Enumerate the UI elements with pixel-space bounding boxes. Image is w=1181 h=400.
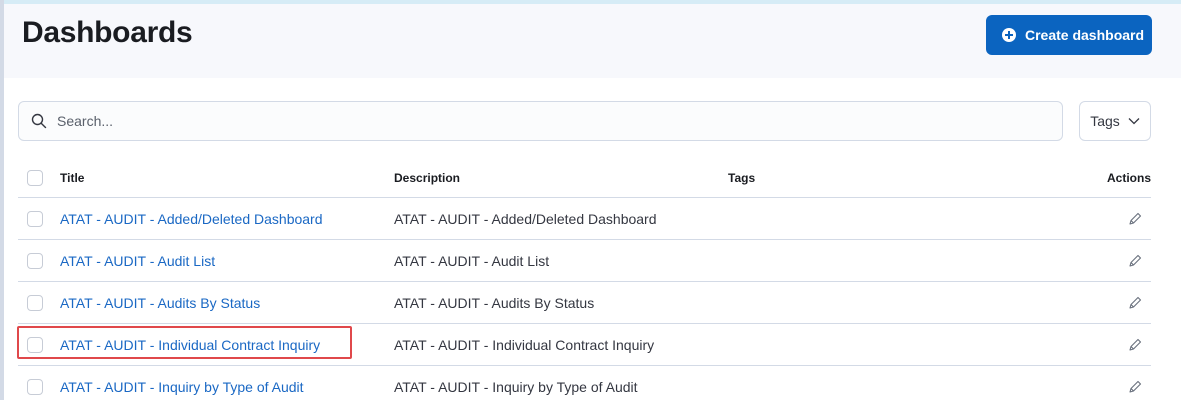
row-checkbox[interactable] [27,294,43,311]
table-row: ATAT - AUDIT - Added/Deleted Dashboard A… [18,198,1151,240]
row-checkbox[interactable] [27,378,43,395]
search-icon [31,113,47,129]
row-checkbox[interactable] [27,210,43,227]
plus-circle-icon [1002,28,1016,42]
table-header: Title Description Tags Actions [18,158,1151,198]
column-header-tags: Tags [728,170,756,185]
table-row: ATAT - AUDIT - Audit List ATAT - AUDIT -… [18,240,1151,282]
pencil-icon[interactable] [1127,253,1143,269]
search-input[interactable] [57,113,1037,129]
dashboard-title-link[interactable]: ATAT - AUDIT - Audits By Status [60,295,260,311]
create-dashboard-label: Create dashboard [1025,27,1145,43]
row-checkbox[interactable] [27,252,43,269]
dashboard-title-link[interactable]: ATAT - AUDIT - Audit List [60,253,215,269]
dashboards-table: Title Description Tags Actions ATAT - AU… [18,158,1151,400]
dashboard-description: ATAT - AUDIT - Inquiry by Type of Audit [394,378,638,395]
dashboard-title-link[interactable]: ATAT - AUDIT - Inquiry by Type of Audit [60,379,304,395]
column-header-description: Description [394,170,461,185]
pencil-icon[interactable] [1127,337,1143,353]
page-header: Dashboards Create dashboard [4,4,1181,78]
chevron-down-icon [1128,118,1140,125]
column-header-actions: Actions [1106,170,1151,185]
pencil-icon[interactable] [1127,211,1143,227]
tags-filter-button[interactable]: Tags [1079,101,1151,141]
create-dashboard-button[interactable]: Create dashboard [986,15,1152,55]
dashboard-description: ATAT - AUDIT - Individual Contract Inqui… [394,336,655,353]
search-bar[interactable] [18,101,1063,141]
table-row: ATAT - AUDIT - Inquiry by Type of Audit … [18,366,1151,400]
table-row: ATAT - AUDIT - Audits By Status ATAT - A… [18,282,1151,324]
page-title: Dashboards [22,16,193,49]
dashboard-description: ATAT - AUDIT - Audits By Status [394,294,595,311]
dashboard-description: ATAT - AUDIT - Added/Deleted Dashboard [394,210,657,227]
pencil-icon[interactable] [1127,295,1143,311]
dashboard-title-link[interactable]: ATAT - AUDIT - Added/Deleted Dashboard [60,211,323,227]
row-checkbox[interactable] [27,336,43,353]
dashboard-description: ATAT - AUDIT - Audit List [394,252,550,269]
tags-filter-label: Tags [1090,113,1120,129]
dashboard-title-link[interactable]: ATAT - AUDIT - Individual Contract Inqui… [60,337,320,353]
pencil-icon[interactable] [1127,379,1143,395]
column-header-title[interactable]: Title [60,171,394,185]
table-row: ATAT - AUDIT - Individual Contract Inqui… [18,324,1151,366]
select-all-checkbox[interactable] [27,169,43,186]
